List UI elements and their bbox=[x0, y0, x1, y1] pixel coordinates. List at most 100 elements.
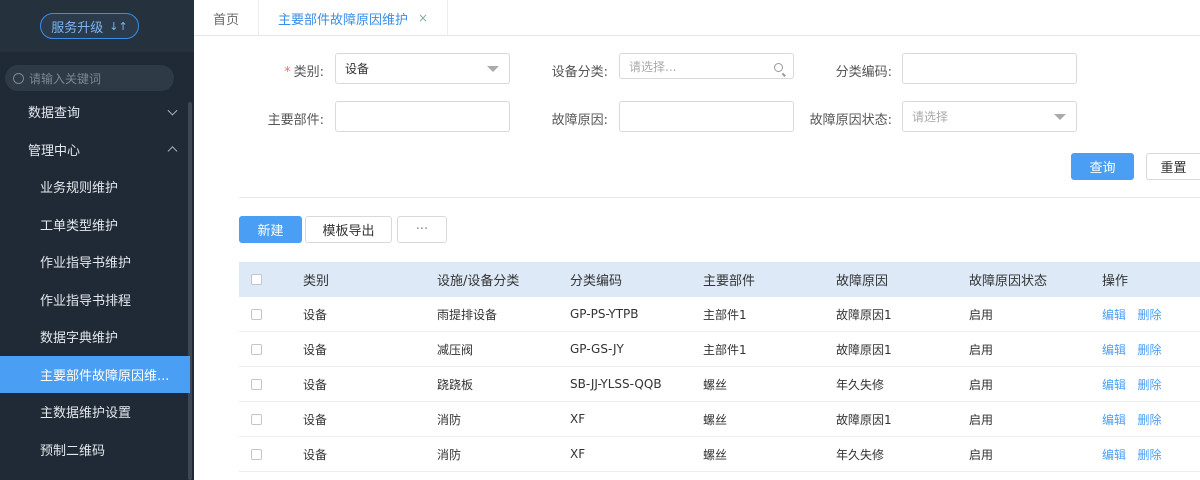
header-class-code: 分类编码 bbox=[570, 274, 623, 289]
delete-link[interactable]: 删除 bbox=[1137, 448, 1161, 462]
sidebar-menu: 数据查询 管理中心 业务规则维护 工单类型维护 作业指导书维护 作业指导书排程 … bbox=[0, 93, 190, 468]
sidebar-item-management-center[interactable]: 管理中心 bbox=[0, 131, 190, 169]
cell-main-part: 螺丝 bbox=[703, 377, 728, 392]
cell-fault-status: 启用 bbox=[969, 447, 994, 462]
row-checkbox[interactable] bbox=[251, 413, 262, 425]
category-label-text: 类别: bbox=[293, 65, 324, 80]
sidebar-item-qr-codes[interactable]: 预制二维码 bbox=[0, 431, 190, 469]
cell-device-class: 消防 bbox=[437, 447, 462, 462]
edit-link[interactable]: 编辑 bbox=[1102, 413, 1126, 427]
sidebar-item-label: 工单类型维护 bbox=[40, 218, 119, 234]
caret-down-icon bbox=[1054, 114, 1066, 120]
main-part-input[interactable] bbox=[335, 101, 510, 132]
device-class-input[interactable]: 请选择... bbox=[619, 53, 794, 79]
fault-status-placeholder: 请选择 bbox=[912, 110, 949, 124]
chevron-down-icon bbox=[167, 105, 178, 116]
header-actions: 操作 bbox=[1102, 274, 1129, 289]
device-class-label: 设备分类: bbox=[551, 65, 608, 80]
upgrade-button[interactable]: 服务升级 ↓↑ bbox=[40, 13, 139, 39]
category-value: 设备 bbox=[345, 62, 370, 76]
delete-link[interactable]: 删除 bbox=[1137, 308, 1161, 322]
edit-link[interactable]: 编辑 bbox=[1102, 308, 1126, 322]
row-checkbox[interactable] bbox=[251, 378, 262, 390]
sidebar-item-fault-reasons[interactable]: 主要部件故障原因维... bbox=[0, 355, 190, 393]
sidebar-item-label: 数据查询 bbox=[28, 106, 81, 122]
fault-status-select[interactable]: 请选择 bbox=[902, 101, 1077, 132]
sidebar-item-label: 管理中心 bbox=[28, 143, 81, 159]
device-class-placeholder: 请选择... bbox=[629, 59, 677, 74]
fault-status-label: 故障原因状态: bbox=[809, 113, 892, 128]
cell-fault-status: 启用 bbox=[969, 307, 994, 322]
sidebar-item-work-guides[interactable]: 作业指导书维护 bbox=[0, 243, 190, 281]
swap-icon: ↓↑ bbox=[109, 19, 128, 33]
caret-down-icon bbox=[487, 66, 499, 72]
sidebar-item-label: 作业指导书排程 bbox=[40, 293, 132, 309]
sidebar-item-business-rules[interactable]: 业务规则维护 bbox=[0, 168, 190, 206]
close-icon[interactable]: × bbox=[418, 11, 428, 25]
category-label: * 类别: bbox=[250, 61, 324, 80]
sidebar-item-label: 主要部件故障原因维... bbox=[40, 368, 170, 384]
cell-main-part: 螺丝 bbox=[703, 412, 728, 427]
edit-link[interactable]: 编辑 bbox=[1102, 343, 1126, 357]
header-fault-status: 故障原因状态 bbox=[969, 274, 1048, 289]
cell-type: 设备 bbox=[303, 377, 328, 392]
row-checkbox[interactable] bbox=[251, 448, 262, 460]
cell-fault-reason: 故障原因1 bbox=[836, 307, 892, 322]
edit-link[interactable]: 编辑 bbox=[1102, 448, 1126, 462]
select-all-checkbox[interactable] bbox=[251, 274, 262, 285]
tab-label: 首页 bbox=[213, 12, 240, 28]
sidebar-item-guide-scheduling[interactable]: 作业指导书排程 bbox=[0, 281, 190, 319]
edit-link[interactable]: 编辑 bbox=[1102, 378, 1126, 392]
chevron-up-icon bbox=[167, 146, 178, 157]
sidebar-search-placeholder: 请输入关键词 bbox=[29, 71, 102, 86]
class-code-input[interactable] bbox=[902, 53, 1077, 84]
sidebar: 服务升级 ↓↑ 请输入关键词 数据查询 管理中心 业务规则维护 工单类型维护 作… bbox=[0, 0, 194, 480]
row-checkbox[interactable] bbox=[251, 308, 262, 320]
table-row: 设备 消防 XF 螺丝 故障原因1 启用 编辑 删除 bbox=[239, 402, 1200, 437]
more-button[interactable]: ··· bbox=[397, 216, 447, 243]
fault-reason-label: 故障原因: bbox=[551, 113, 608, 128]
query-button[interactable]: 查询 bbox=[1071, 153, 1134, 180]
cell-fault-status: 启用 bbox=[969, 342, 994, 357]
cell-main-part: 主部件1 bbox=[703, 307, 747, 322]
sidebar-header: 服务升级 ↓↑ bbox=[0, 0, 194, 52]
upgrade-label: 服务升级 bbox=[51, 20, 104, 36]
sidebar-item-label: 作业指导书维护 bbox=[40, 256, 132, 272]
delete-link[interactable]: 删除 bbox=[1137, 378, 1161, 392]
table-row: 设备 雨提排设备 GP-PS-YTPB 主部件1 故障原因1 启用 编辑 删除 bbox=[239, 297, 1200, 332]
cell-class-code: GP-PS-YTPB bbox=[570, 307, 639, 321]
main-part-label: 主要部件: bbox=[267, 113, 324, 128]
cell-device-class: 雨提排设备 bbox=[437, 307, 498, 322]
table-row: 设备 减压阀 GP-GS-JY 主部件1 故障原因1 启用 编辑 删除 bbox=[239, 332, 1200, 367]
category-select[interactable]: 设备 bbox=[335, 53, 510, 84]
header-type: 类别 bbox=[303, 274, 330, 289]
sidebar-item-label: 业务规则维护 bbox=[40, 181, 119, 197]
cell-type: 设备 bbox=[303, 307, 328, 322]
cell-class-code: XF bbox=[570, 447, 586, 461]
fault-reason-input[interactable] bbox=[619, 101, 794, 132]
sidebar-item-ticket-types[interactable]: 工单类型维护 bbox=[0, 206, 190, 244]
row-checkbox[interactable] bbox=[251, 343, 262, 355]
cell-type: 设备 bbox=[303, 342, 328, 357]
tab-fault-reasons[interactable]: 主要部件故障原因维护 × bbox=[259, 0, 449, 36]
required-mark: * bbox=[284, 65, 291, 80]
sidebar-search-input[interactable]: 请输入关键词 bbox=[5, 65, 174, 91]
delete-link[interactable]: 删除 bbox=[1137, 413, 1161, 427]
sidebar-item-label: 主数据维护设置 bbox=[40, 406, 132, 422]
cell-class-code: GP-GS-JY bbox=[570, 342, 624, 356]
delete-link[interactable]: 删除 bbox=[1137, 343, 1161, 357]
sidebar-item-data-query[interactable]: 数据查询 bbox=[0, 93, 190, 131]
tab-bar: 首页 主要部件故障原因维护 × bbox=[194, 0, 1200, 36]
export-template-button[interactable]: 模板导出 bbox=[305, 216, 392, 243]
search-icon bbox=[13, 72, 24, 84]
sidebar-item-data-dictionary[interactable]: 数据字典维护 bbox=[0, 318, 190, 356]
new-button[interactable]: 新建 bbox=[239, 216, 302, 243]
cell-type: 设备 bbox=[303, 412, 328, 427]
table-row: 设备 跷跷板 SB-JJ-YLSS-QQB 螺丝 年久失修 启用 编辑 删除 bbox=[239, 367, 1200, 402]
tab-home[interactable]: 首页 bbox=[194, 0, 260, 36]
search-icon bbox=[774, 63, 783, 72]
sidebar-item-master-data[interactable]: 主数据维护设置 bbox=[0, 393, 190, 431]
cell-device-class: 减压阀 bbox=[437, 342, 474, 357]
reset-button[interactable]: 重置 bbox=[1146, 153, 1200, 180]
cell-type: 设备 bbox=[303, 447, 328, 462]
